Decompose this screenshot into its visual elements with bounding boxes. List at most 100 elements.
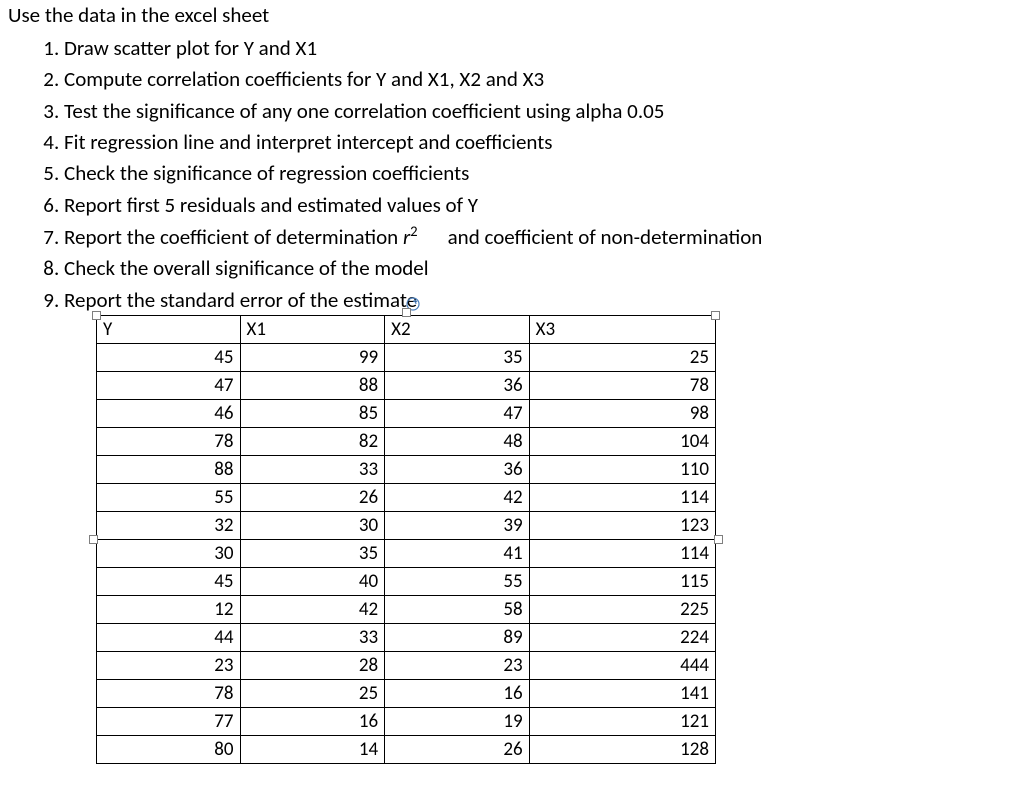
list-item: Check the significance of regression coe… xyxy=(64,159,1016,187)
table-cell: 28 xyxy=(240,652,385,680)
table-cell: 123 xyxy=(529,512,715,540)
selection-handle-icon xyxy=(402,308,411,317)
table-row: 46854798 xyxy=(97,400,716,428)
table-cell: 40 xyxy=(240,568,385,596)
table-cell: 121 xyxy=(529,708,715,736)
table-cell: 23 xyxy=(97,652,241,680)
table-cell: 32 xyxy=(97,512,241,540)
table-cell: 16 xyxy=(240,708,385,736)
intro-text: Use the data in the excel sheet xyxy=(8,2,1016,28)
list-item: Draw scatter plot for Y and X1 xyxy=(64,34,1016,62)
r-squared-symbol: r2 xyxy=(403,224,418,250)
table-cell: 25 xyxy=(529,344,715,372)
table-cell: 30 xyxy=(240,512,385,540)
table-cell: 30 xyxy=(97,540,241,568)
table-cell: 128 xyxy=(529,736,715,764)
table-cell: 33 xyxy=(240,624,385,652)
table-row: 443389224 xyxy=(97,624,716,652)
list-item-tail: and coefficient of non-determination xyxy=(448,224,763,250)
table-cell: 47 xyxy=(385,400,530,428)
table-cell: 225 xyxy=(529,596,715,624)
table-row: 45993525 xyxy=(97,344,716,372)
table-cell: 44 xyxy=(97,624,241,652)
table-cell: 82 xyxy=(240,428,385,456)
table-row: 47883678 xyxy=(97,372,716,400)
selection-handle-icon xyxy=(92,311,101,320)
column-header: Y xyxy=(97,316,241,344)
table-cell: 42 xyxy=(385,484,530,512)
table-cell: 42 xyxy=(240,596,385,624)
list-item: Test the significance of any one correla… xyxy=(64,97,1016,125)
table-cell: 33 xyxy=(240,456,385,484)
list-item: Compute correlation coefficients for Y a… xyxy=(64,65,1016,93)
table-row: 303541114 xyxy=(97,540,716,568)
table-cell: 16 xyxy=(385,680,530,708)
table-cell: 88 xyxy=(97,456,241,484)
table-cell: 35 xyxy=(240,540,385,568)
instruction-list: Draw scatter plot for Y and X1 Compute c… xyxy=(16,34,1016,314)
table-cell: 48 xyxy=(385,428,530,456)
table-cell: 55 xyxy=(385,568,530,596)
table-cell: 115 xyxy=(529,568,715,596)
table-cell: 89 xyxy=(385,624,530,652)
table-row: 454055115 xyxy=(97,568,716,596)
table-header-row: Y X1 X2 X3 xyxy=(97,316,716,344)
table-row: 801426128 xyxy=(97,736,716,764)
table-cell: 99 xyxy=(240,344,385,372)
table-cell: 23 xyxy=(385,652,530,680)
table-cell: 58 xyxy=(385,596,530,624)
table-cell: 36 xyxy=(385,456,530,484)
table-cell: 78 xyxy=(529,372,715,400)
list-item: Fit regression line and interpret interc… xyxy=(64,128,1016,156)
table-cell: 14 xyxy=(240,736,385,764)
table-cell: 39 xyxy=(385,512,530,540)
column-header: X3 xyxy=(529,316,715,344)
selection-handle-icon xyxy=(711,311,720,320)
table-row: 232823444 xyxy=(97,652,716,680)
list-item: Check the overall significance of the mo… xyxy=(64,254,1016,282)
table-cell: 46 xyxy=(97,400,241,428)
table-cell: 80 xyxy=(97,736,241,764)
table-cell: 26 xyxy=(240,484,385,512)
table-cell: 12 xyxy=(97,596,241,624)
table-cell: 36 xyxy=(385,372,530,400)
table-cell: 78 xyxy=(97,680,241,708)
list-item: Report first 5 residuals and estimated v… xyxy=(64,191,1016,219)
list-item-text: Report the coefficient of determination xyxy=(64,224,403,250)
table-cell: 114 xyxy=(529,484,715,512)
selection-handle-icon xyxy=(89,535,98,544)
table-cell: 88 xyxy=(240,372,385,400)
table-row: 323039123 xyxy=(97,512,716,540)
table-cell: 45 xyxy=(97,568,241,596)
column-header: X1 xyxy=(240,316,385,344)
table-row: 782516141 xyxy=(97,680,716,708)
table-cell: 141 xyxy=(529,680,715,708)
table-row: 552642114 xyxy=(97,484,716,512)
table-cell: 35 xyxy=(385,344,530,372)
table-cell: 114 xyxy=(529,540,715,568)
table-cell: 25 xyxy=(240,680,385,708)
table-cell: 41 xyxy=(385,540,530,568)
table-cell: 55 xyxy=(97,484,241,512)
column-header: X2 xyxy=(385,316,530,344)
table-cell: 19 xyxy=(385,708,530,736)
selection-handle-icon xyxy=(714,535,723,544)
table-cell: 98 xyxy=(529,400,715,428)
table-cell: 26 xyxy=(385,736,530,764)
table-cell: 47 xyxy=(97,372,241,400)
table-cell: 224 xyxy=(529,624,715,652)
table-cell: 110 xyxy=(529,456,715,484)
data-table: Y X1 X2 X3 45993525478836784685479878824… xyxy=(96,315,716,764)
table-cell: 78 xyxy=(97,428,241,456)
table-row: 788248104 xyxy=(97,428,716,456)
table-row: 124258225 xyxy=(97,596,716,624)
table-row: 771619121 xyxy=(97,708,716,736)
list-item: Report the standard error of the estimat… xyxy=(64,286,1016,314)
table-row: 883336110 xyxy=(97,456,716,484)
table-cell: 77 xyxy=(97,708,241,736)
data-table-container: Y X1 X2 X3 45993525478836784685479878824… xyxy=(96,315,716,764)
table-cell: 444 xyxy=(529,652,715,680)
table-cell: 45 xyxy=(97,344,241,372)
table-cell: 85 xyxy=(240,400,385,428)
list-item: Report the coefficient of determination … xyxy=(64,222,1016,251)
